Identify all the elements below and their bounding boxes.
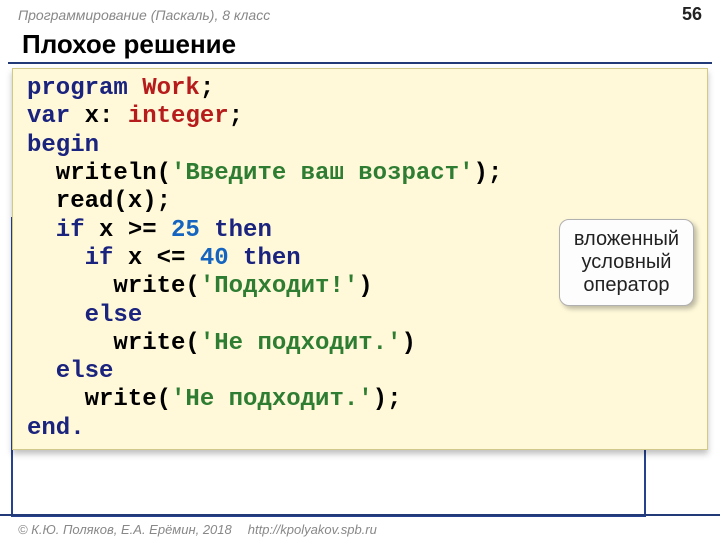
callout-line-2: условный <box>574 251 679 274</box>
callout-line-1: вложенный <box>574 228 679 251</box>
code-line-11: else <box>27 358 697 386</box>
page-number: 56 <box>682 4 702 25</box>
copyright: © К.Ю. Поляков, Е.А. Ерёмин, 2018 <box>18 522 232 537</box>
code-line-13: end. <box>27 415 697 443</box>
code-line-10: write('Не подходит.') <box>27 330 697 358</box>
callout-annotation: вложенный условный оператор <box>559 219 694 306</box>
slide: Программирование (Паскаль), 8 класс 56 П… <box>0 0 720 540</box>
callout-line-3: оператор <box>574 274 679 297</box>
top-bar: Программирование (Паскаль), 8 класс 56 <box>0 0 720 25</box>
course-label: Программирование (Паскаль), 8 класс <box>18 7 270 23</box>
code-line-2: var x: integer; <box>27 103 697 131</box>
code-line-1: program Work; <box>27 75 697 103</box>
code-line-12: write('Не подходит.'); <box>27 386 697 414</box>
page-title: Плохое решение <box>0 25 720 62</box>
footer: © К.Ю. Поляков, Е.А. Ерёмин, 2018 http:/… <box>0 514 720 540</box>
code-line-5: read(x); <box>27 188 697 216</box>
code-line-3: begin <box>27 132 697 160</box>
code-line-4: writeln('Введите ваш возраст'); <box>27 160 697 188</box>
slide-body: program Work; var x: integer; begin writ… <box>0 64 720 540</box>
footer-url: http://kpolyakov.spb.ru <box>248 522 377 537</box>
